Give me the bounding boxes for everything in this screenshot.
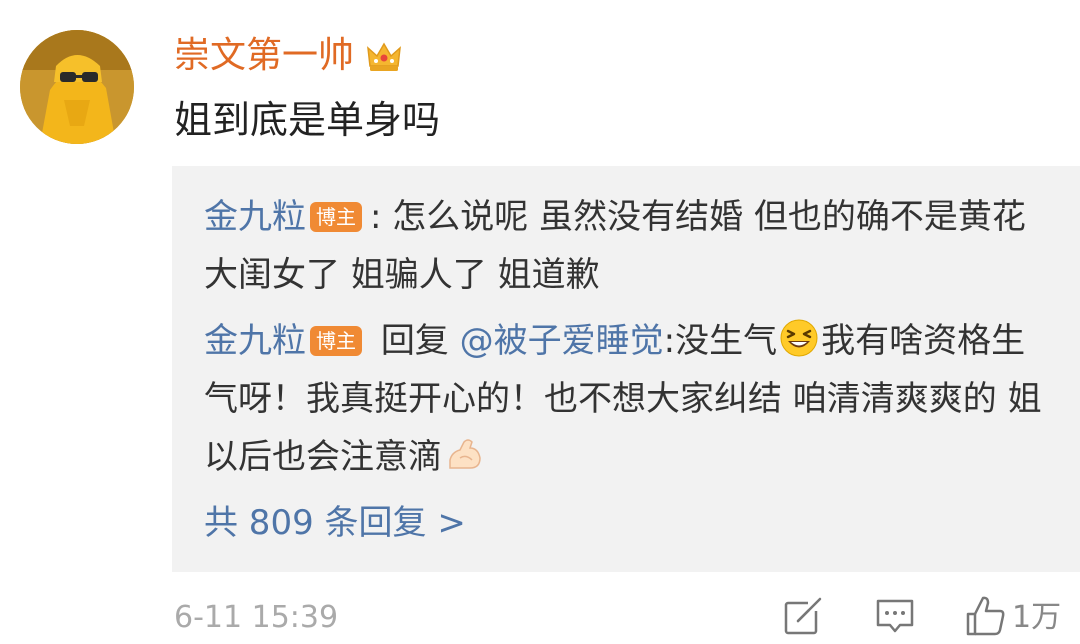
blogger-badge: 博主 <box>310 202 362 232</box>
mention-link[interactable]: @被子爱睡觉 <box>460 321 664 361</box>
share-icon <box>782 595 824 641</box>
comment-text: 姐到底是单身吗 <box>174 98 441 142</box>
share-button[interactable] <box>782 596 824 640</box>
like-button[interactable]: 1万 <box>964 596 1061 640</box>
avatar[interactable] <box>20 30 134 144</box>
comment-button[interactable] <box>874 596 916 640</box>
like-count: 1万 <box>1012 600 1062 635</box>
comment-icon <box>874 595 916 641</box>
crown-icon <box>364 36 404 76</box>
blogger-badge: 博主 <box>310 326 362 356</box>
reply-box[interactable]: 金九粒 博主: 怎么说呢 虽然没有结婚 但也的确不是黄花大闺女了 姐骗人了 姐道歉… <box>172 166 1080 572</box>
reply-item[interactable]: 金九粒 博主: 怎么说呢 虽然没有结婚 但也的确不是黄花大闺女了 姐骗人了 姐道歉 <box>204 188 1052 304</box>
flexed-biceps-emoji-icon <box>444 434 484 474</box>
comment-username[interactable]: 崇文第一帅 <box>174 32 404 80</box>
more-replies-link[interactable]: 共 809 条回复 > <box>204 498 466 548</box>
reply-author[interactable]: 金九粒 <box>204 321 306 361</box>
laughing-squint-emoji-icon <box>779 318 819 358</box>
reply-separator: : <box>370 197 382 237</box>
comment-timestamp: 6-11 15:39 <box>174 600 339 635</box>
reply-prefix: 回复 <box>380 321 449 361</box>
username-text[interactable]: 崇文第一帅 <box>174 32 354 80</box>
reply-text-part: :没生气 <box>663 321 778 361</box>
like-icon <box>964 594 1008 642</box>
reply-item[interactable]: 金九粒 博主 回复 @被子爱睡觉:没生气 我有啥资格生气呀！我真挺开心的！也不想大… <box>204 312 1052 486</box>
reply-author[interactable]: 金九粒 <box>204 197 306 237</box>
